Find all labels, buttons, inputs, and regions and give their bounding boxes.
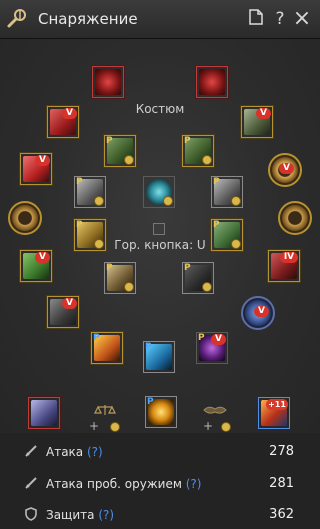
sword-icon bbox=[25, 477, 37, 489]
premium-badge: P bbox=[106, 136, 113, 146]
premium-badge: P bbox=[106, 263, 113, 273]
stat-value: 362 bbox=[269, 507, 294, 522]
premium-badge: P bbox=[76, 220, 83, 230]
stat-value: 278 bbox=[269, 444, 294, 459]
gold-coin-icon bbox=[202, 282, 212, 292]
slot-inner-left-1[interactable]: P bbox=[104, 135, 136, 167]
stat-defense: Защита (?) 362 bbox=[0, 505, 320, 527]
close-button[interactable]: × bbox=[292, 8, 312, 30]
stat-name: Защита bbox=[46, 508, 95, 522]
premium-badge: P bbox=[145, 342, 152, 352]
rank-badge: V bbox=[62, 298, 77, 309]
plus-sign: + bbox=[203, 419, 214, 433]
scales-icon bbox=[94, 405, 116, 415]
stat-name: Атака проб. оружием bbox=[46, 477, 182, 491]
gold-coin-icon bbox=[221, 422, 231, 432]
slot-lower-1[interactable]: P bbox=[91, 332, 123, 364]
slot-inner-right-1[interactable]: P bbox=[182, 135, 214, 167]
stat-weapon-attack: Атака проб. оружием (?) 281 bbox=[0, 474, 320, 496]
slot-inner-left-2[interactable]: P bbox=[74, 176, 106, 208]
rank-badge: V bbox=[211, 334, 226, 345]
window-title: Снаряжение bbox=[38, 10, 138, 28]
slot-left-4[interactable]: V bbox=[20, 250, 52, 282]
stat-help[interactable]: (?) bbox=[87, 445, 103, 459]
gold-coin-icon bbox=[124, 155, 134, 165]
slot-inner-right-2[interactable]: P bbox=[211, 176, 243, 208]
slot-lower-2[interactable]: P bbox=[143, 341, 175, 373]
rank-badge: IV bbox=[280, 252, 298, 263]
slot-inner-left-4[interactable]: P bbox=[104, 262, 136, 294]
document-icon[interactable] bbox=[246, 9, 266, 29]
rank-badge: V bbox=[256, 108, 271, 119]
stat-value: 281 bbox=[269, 476, 294, 491]
slot-bottom-2[interactable]: P bbox=[145, 396, 177, 428]
slot-left-5[interactable]: V bbox=[47, 296, 79, 328]
lips-icon bbox=[203, 406, 227, 414]
slot-lower-3[interactable]: P V bbox=[196, 332, 228, 364]
premium-badge: P bbox=[198, 333, 205, 343]
slot-left-1[interactable]: V bbox=[47, 106, 79, 138]
gold-coin-icon bbox=[163, 196, 173, 206]
premium-badge: P bbox=[184, 136, 191, 146]
slot-center[interactable] bbox=[143, 176, 175, 208]
slot-left-2[interactable]: V bbox=[20, 153, 52, 185]
rank-badge: V bbox=[279, 163, 294, 174]
slot-left-ring[interactable] bbox=[8, 201, 42, 235]
equipment-panel: Костюм V V V V V V IV V P P P P P P P P … bbox=[0, 39, 320, 433]
rank-badge: V bbox=[254, 306, 269, 317]
slot-inner-right-4[interactable]: P bbox=[182, 262, 214, 294]
premium-badge: P bbox=[184, 263, 191, 273]
slot-right-4[interactable]: IV bbox=[268, 250, 300, 282]
gold-coin-icon bbox=[124, 282, 134, 292]
slot-bottom-1[interactable] bbox=[28, 397, 60, 429]
gold-coin-icon bbox=[202, 155, 212, 165]
gold-coin-icon bbox=[110, 422, 120, 432]
hotkey-label: Гор. кнопка: U bbox=[114, 238, 206, 252]
stat-name: Атака bbox=[46, 445, 84, 459]
stat-attack: Атака (?) 278 bbox=[0, 442, 320, 464]
slot-bottom-3[interactable]: +11 bbox=[258, 397, 290, 429]
rank-badge: V bbox=[35, 252, 50, 263]
gold-coin-icon bbox=[231, 196, 241, 206]
rank-badge: V bbox=[62, 108, 77, 119]
premium-badge: P bbox=[147, 397, 154, 407]
enhance-badge: +11 bbox=[266, 399, 288, 410]
premium-badge: P bbox=[76, 177, 83, 187]
costume-slot-left[interactable] bbox=[92, 66, 124, 98]
equipment-window: Снаряжение ? × Костюм V V V V V V IV V P… bbox=[0, 0, 320, 529]
stat-help[interactable]: (?) bbox=[186, 477, 202, 491]
plus-sign: + bbox=[89, 419, 100, 433]
premium-badge: P bbox=[93, 333, 100, 343]
costume-slot-right[interactable] bbox=[196, 66, 228, 98]
premium-badge: P bbox=[213, 177, 220, 187]
slot-right-ring-1[interactable]: V bbox=[268, 153, 302, 187]
hotkey-toggle[interactable] bbox=[153, 223, 165, 235]
premium-badge: P bbox=[213, 220, 220, 230]
slot-right-1[interactable]: V bbox=[241, 106, 273, 138]
stat-label: Атака (?) bbox=[46, 445, 103, 459]
gold-coin-icon bbox=[94, 196, 104, 206]
equipment-icon bbox=[7, 9, 26, 28]
stat-label: Атака проб. оружием (?) bbox=[46, 477, 201, 491]
rank-badge: V bbox=[35, 155, 50, 166]
sword-icon bbox=[25, 445, 37, 457]
stat-label: Защита (?) bbox=[46, 508, 114, 522]
shield-icon bbox=[25, 507, 37, 521]
slot-right-5[interactable]: V bbox=[241, 296, 275, 330]
help-button[interactable]: ? bbox=[270, 9, 290, 29]
title-bar[interactable]: Снаряжение ? × bbox=[0, 0, 320, 39]
stat-help[interactable]: (?) bbox=[98, 508, 114, 522]
slot-right-ring-2[interactable] bbox=[278, 201, 312, 235]
